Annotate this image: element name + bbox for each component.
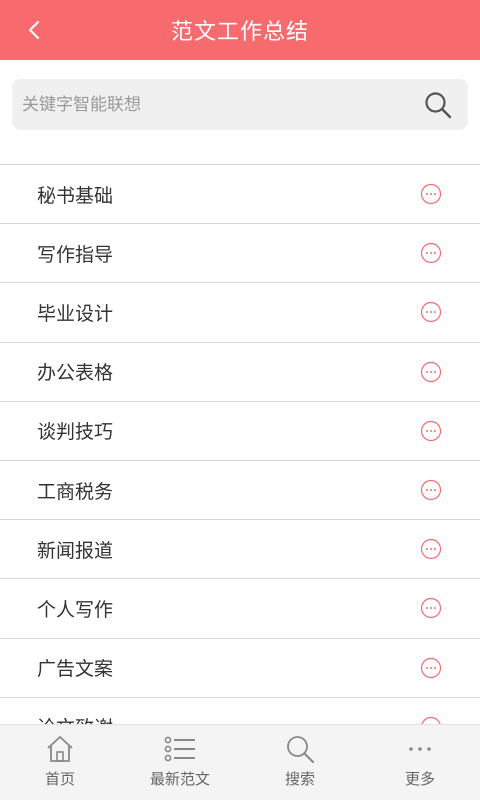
list-item-label: 谈判技巧 <box>37 421 114 444</box>
search-button[interactable] <box>408 79 468 130</box>
more-circle-icon <box>420 657 442 679</box>
list-item-label: 毕业设计 <box>37 302 114 325</box>
more-circle-icon <box>420 538 442 560</box>
more-circle-icon <box>420 301 442 323</box>
more-dots-icon <box>409 747 431 751</box>
list-item[interactable]: 广告文案 <box>0 639 480 698</box>
list-item-label: 论文致谢 <box>37 713 113 724</box>
more-circle-icon <box>420 183 442 205</box>
list-item[interactable]: 工商税务 <box>0 461 480 521</box>
list-item-label: 工商税务 <box>37 480 114 503</box>
list-item[interactable]: 秘书基础 <box>0 165 480 225</box>
more-circle-icon <box>420 716 442 724</box>
tab-label: 首页 <box>44 770 75 788</box>
list-item[interactable]: 写作指导 <box>0 224 480 284</box>
list-item[interactable]: 论文致谢 <box>0 698 480 724</box>
list-item-label: 个人写作 <box>37 598 114 621</box>
list-item[interactable]: 毕业设计 <box>0 283 480 343</box>
header-bar: 范文工作总结 <box>0 0 480 60</box>
list-icon <box>164 736 195 762</box>
more-circle-icon <box>420 420 442 442</box>
list-item-label: 广告文案 <box>37 658 114 681</box>
tab-label: 搜索 <box>284 770 315 788</box>
search-input[interactable] <box>12 79 408 130</box>
list-item-label: 写作指导 <box>37 243 114 266</box>
tab-latest[interactable]: 最新范文 <box>120 725 240 800</box>
more-circle-icon <box>420 361 442 383</box>
tab-more[interactable]: 更多 <box>360 725 480 800</box>
list-item-label: 办公表格 <box>37 362 114 385</box>
tab-label: 最新范文 <box>149 770 210 788</box>
bottom-tab-bar: 首页 最新范文 搜索 更多 <box>0 724 480 800</box>
page-title: 范文工作总结 <box>170 20 309 45</box>
list-item[interactable]: 个人写作 <box>0 579 480 639</box>
category-list: 秘书基础 写作指导 毕业设计 办公表格 谈判技巧 工商税务 新闻报道 个人写作 … <box>0 164 480 724</box>
search-bar <box>12 79 468 130</box>
tab-search[interactable]: 搜索 <box>240 725 360 800</box>
search-icon <box>287 736 314 763</box>
tab-label: 更多 <box>404 770 435 788</box>
search-icon <box>425 91 452 118</box>
list-item[interactable]: 办公表格 <box>0 343 480 402</box>
back-button[interactable] <box>14 12 54 48</box>
more-circle-icon <box>420 597 442 619</box>
home-icon <box>47 736 73 762</box>
list-item-label: 新闻报道 <box>37 539 114 562</box>
list-item[interactable]: 新闻报道 <box>0 520 480 580</box>
chevron-left-icon <box>28 20 40 40</box>
more-circle-icon <box>420 479 442 501</box>
tab-home[interactable]: 首页 <box>0 725 120 800</box>
list-item-label: 秘书基础 <box>37 184 114 207</box>
list-item[interactable]: 谈判技巧 <box>0 402 480 461</box>
more-circle-icon <box>420 242 442 264</box>
